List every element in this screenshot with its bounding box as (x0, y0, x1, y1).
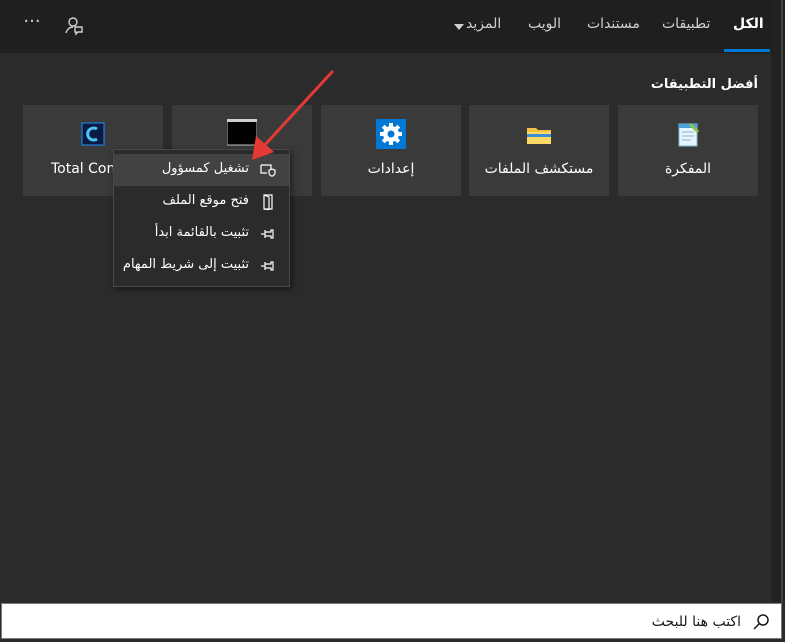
chevron-down-icon[interactable] (454, 24, 464, 30)
app-tile-notepad[interactable]: المفكرة (618, 105, 758, 196)
annotation-arrow (252, 70, 334, 160)
tab-documents[interactable]: مستندات (587, 16, 640, 32)
context-menu: تشغيل كمسؤول فتح موقع الملف تثبيت بالقائ… (113, 149, 290, 287)
menu-item-label: تثبيت بالقائمة ابدأ (154, 225, 249, 240)
app-label: مستكشف الملفات (484, 161, 594, 177)
search-input[interactable]: اكتب هنا للبحث (652, 614, 741, 630)
notepad-icon (673, 119, 703, 149)
app-label: المفكرة (664, 161, 712, 177)
tab-more[interactable]: المزيد (466, 16, 501, 32)
more-options-button[interactable]: ··· (20, 12, 44, 36)
app-tile-file-explorer[interactable]: مستكشف الملفات (469, 105, 609, 196)
active-tab-indicator (724, 49, 770, 52)
edge-divider (781, 0, 783, 602)
menu-item-label: تثبيت إلى شريط المهام (122, 257, 249, 272)
total-commander-icon (78, 119, 108, 149)
pin-icon (260, 258, 276, 274)
gear-icon (376, 119, 406, 149)
tab-web[interactable]: الويب (528, 16, 561, 32)
top-bar: ··· المزيد الويب مستندات تطبيقات الكل (0, 0, 771, 53)
app-label: إعدادات (367, 161, 415, 177)
menu-item-pin-to-start[interactable]: تثبيت بالقائمة ابدأ (114, 218, 289, 250)
menu-item-label: فتح موقع الملف (162, 193, 249, 208)
search-bar[interactable]: اكتب هنا للبحث (1, 603, 782, 639)
feedback-icon[interactable] (62, 14, 84, 36)
tab-all[interactable]: الكل (733, 16, 764, 32)
folder-icon (524, 119, 554, 149)
section-title: أفضل التطبيقات (650, 77, 758, 92)
tab-apps[interactable]: تطبيقات (662, 16, 710, 32)
folder-open-icon (260, 194, 276, 211)
menu-item-label: تشغيل كمسؤول (161, 161, 249, 176)
search-icon (752, 613, 770, 631)
pin-icon (260, 226, 276, 242)
app-tile-settings[interactable]: إعدادات (321, 105, 461, 196)
menu-item-pin-to-taskbar[interactable]: تثبيت إلى شريط المهام (114, 250, 289, 282)
menu-item-open-file-location[interactable]: فتح موقع الملف (114, 186, 289, 218)
